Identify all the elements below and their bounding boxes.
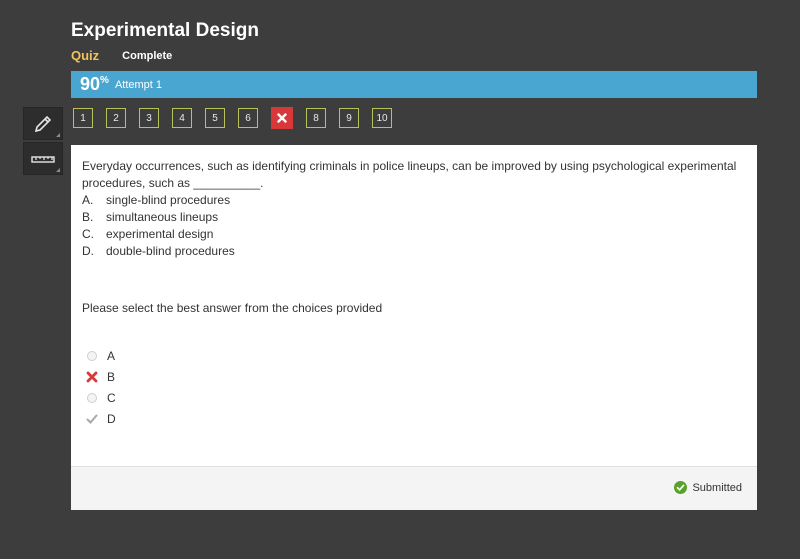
- attempt-label: Attempt 1: [114, 78, 163, 91]
- question-nav-3[interactable]: 3: [139, 108, 159, 128]
- answer-option-d[interactable]: D: [85, 408, 116, 429]
- question-nav-9[interactable]: 9: [339, 108, 359, 128]
- quiz-label: Quiz: [71, 48, 100, 63]
- question-nav-7-wrong[interactable]: [271, 107, 293, 129]
- choice-item: D. double-blind procedures: [82, 244, 235, 258]
- panel-footer: Submitted: [71, 466, 757, 510]
- question-nav-4[interactable]: 4: [172, 108, 192, 128]
- question-nav-10[interactable]: 10: [372, 108, 392, 128]
- ruler-icon: [31, 155, 55, 163]
- radio-button[interactable]: [87, 350, 97, 361]
- instruction-text: Please select the best answer from the c…: [82, 301, 383, 315]
- wrong-answer-icon: [86, 371, 98, 382]
- question-text: Everyday occurrences, such as identifyin…: [82, 159, 737, 190]
- choice-item: A. single-blind procedures: [82, 193, 231, 207]
- question-block: Everyday occurrences, such as identifyin…: [82, 158, 747, 260]
- answer-option-a[interactable]: A: [85, 345, 116, 366]
- question-nav-6[interactable]: 6: [238, 108, 258, 128]
- close-icon: [277, 113, 287, 123]
- question-panel: Everyday occurrences, such as identifyin…: [71, 145, 757, 510]
- choice-item: C. experimental design: [82, 227, 214, 241]
- ruler-tool-button[interactable]: [23, 142, 63, 175]
- choice-item: B. simultaneous lineups: [82, 210, 219, 224]
- check-icon: [86, 414, 98, 424]
- page-title: Experimental Design: [71, 20, 259, 41]
- answer-option-b[interactable]: B: [85, 366, 116, 387]
- answer-option-c[interactable]: C: [85, 387, 116, 408]
- answer-options: A B C D: [85, 345, 116, 429]
- question-nav-2[interactable]: 2: [106, 108, 126, 128]
- status-label: Complete: [122, 49, 173, 62]
- question-nav-1[interactable]: 1: [73, 108, 93, 128]
- question-nav-8[interactable]: 8: [306, 108, 326, 128]
- pencil-tool-button[interactable]: [23, 107, 63, 140]
- tool-palette: [23, 107, 63, 177]
- question-nav-5[interactable]: 5: [205, 108, 225, 128]
- choice-list: A. single-blind procedures B. simultaneous…: [82, 192, 747, 260]
- score-bar: 90% Attempt 1: [71, 71, 757, 98]
- submitted-status: Submitted: [674, 481, 742, 494]
- question-navigation: 1 2 3 4 5 6 8 9 10: [73, 107, 405, 129]
- check-circle-icon: [674, 481, 688, 494]
- score-value: 90%: [80, 74, 109, 94]
- radio-button[interactable]: [87, 392, 97, 403]
- header-subtitle: Quiz Complete: [71, 48, 172, 63]
- pencil-icon: [34, 115, 52, 132]
